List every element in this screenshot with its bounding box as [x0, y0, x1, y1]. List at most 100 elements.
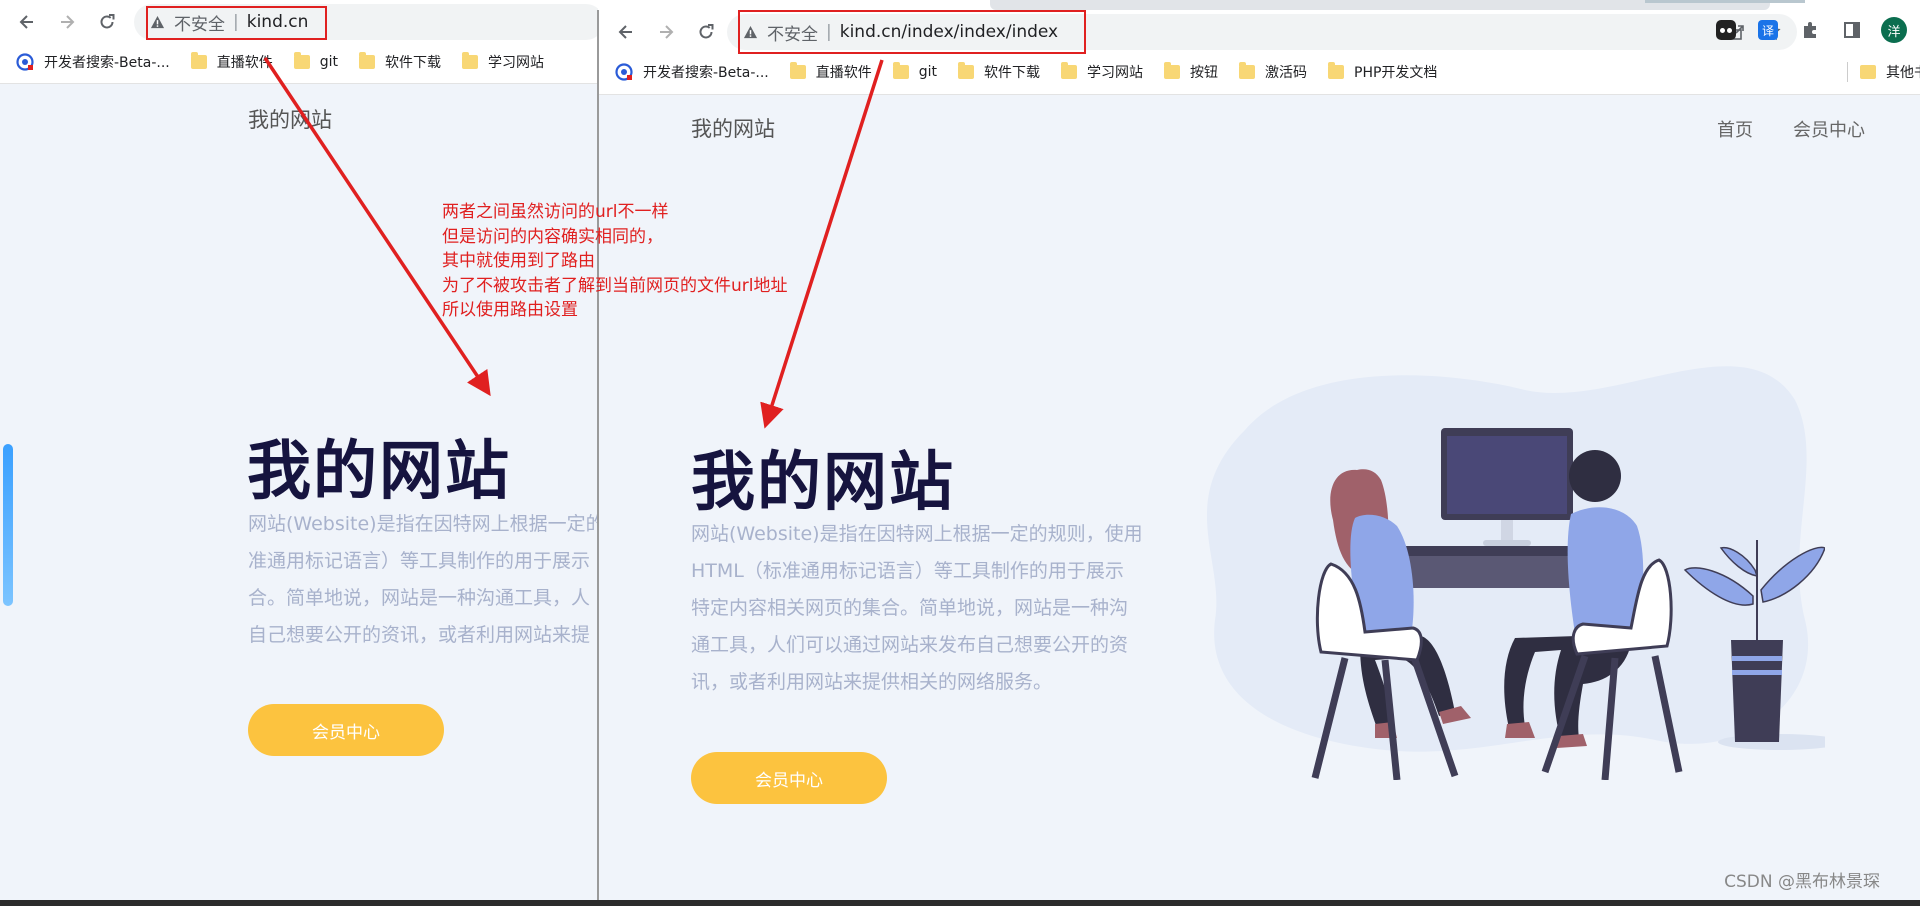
reload-icon [699, 24, 714, 39]
forward-button[interactable] [54, 9, 80, 35]
back-button[interactable] [613, 19, 639, 45]
folder-icon [892, 62, 909, 79]
folder-icon [1860, 65, 1876, 79]
bookmark-dev-search[interactable]: 开发者搜索-Beta-... [16, 52, 170, 72]
bookmark-folder[interactable]: git [892, 62, 938, 80]
folder-icon [958, 62, 975, 79]
translate-icon: 译 [1758, 20, 1778, 40]
desc-line: HTML（标准通用标记语言）等工具制作的用于展示 [691, 560, 1124, 582]
bookmark-divider [1847, 62, 1848, 82]
bookmark-label: 软件下载 [385, 55, 442, 71]
bookmark-label: PHP开发文档 [1354, 65, 1438, 81]
desc-line: 自己想要公开的资讯，或者利用网站来提 [248, 624, 591, 646]
reload-button[interactable] [94, 9, 120, 35]
bookmark-label: 激活码 [1265, 65, 1308, 81]
url-highlight-box [146, 6, 327, 40]
folder-icon [1239, 62, 1256, 79]
browser-chrome: 不安全 | kind.cn/index/index/index 译 洋 开发者搜… [599, 10, 1920, 95]
left-browser-window: 不安全 | kind.cn 开发者搜索-Beta-... 直播软件 git 软件… [0, 0, 598, 900]
forward-arrow-icon [660, 25, 674, 39]
extensions-button[interactable] [1796, 16, 1824, 44]
annotation-line: 所以使用路由设置 [442, 300, 578, 320]
monitor-screen [1447, 436, 1567, 514]
puzzle-icon [1804, 22, 1816, 38]
desc-line: 准通用标记语言）等工具制作的用于展示 [248, 550, 591, 572]
url-highlight-box [738, 10, 1086, 54]
browser-chrome: 不安全 | kind.cn 开发者搜索-Beta-... 直播软件 git 软件… [0, 0, 598, 84]
folder-icon [1061, 62, 1078, 79]
extension-icons: 译 洋 [1712, 16, 1908, 44]
reload-button[interactable] [693, 19, 719, 45]
site-logo[interactable]: 我的网站 [248, 104, 332, 134]
desc-line: 特定内容相关网页的集合。简单地说，网站是一种沟 [691, 597, 1129, 619]
reload-icon [100, 14, 115, 29]
bookmark-folder[interactable]: 学习网站 [1061, 62, 1143, 82]
back-arrow-icon [618, 25, 632, 39]
folder-icon [359, 52, 376, 69]
annotation-line: 其中就使用到了路由 [442, 251, 595, 271]
bookmark-label: 直播软件 [815, 65, 872, 81]
side-panel-icon [1844, 22, 1860, 38]
bookmark-folder[interactable]: git [293, 52, 339, 70]
bookmark-folder[interactable]: 直播软件 [789, 62, 872, 82]
bookmark-label: git [319, 54, 339, 70]
monitor-base [1483, 540, 1531, 546]
forward-button[interactable] [653, 19, 679, 45]
bookmark-folder[interactable]: 软件下载 [359, 52, 441, 72]
man-shoe [1557, 734, 1587, 748]
bookmark-label: 按钮 [1190, 65, 1219, 81]
annotation-line: 但是访问的内容确实相同的， [442, 226, 663, 247]
site-logo[interactable]: 我的网站 [691, 113, 775, 143]
folder-icon [789, 62, 806, 79]
hero-illustration [1206, 366, 1825, 780]
member-center-button[interactable]: 会员中心 [691, 752, 887, 804]
plant-pot [1731, 640, 1783, 742]
translate-button[interactable]: 译 [1754, 16, 1782, 44]
annotation-line: 为了不被攻击者了解到当前网页的文件url地址 [442, 275, 788, 296]
side-panel-button[interactable] [1838, 16, 1866, 44]
bookmark-folder[interactable]: 学习网站 [462, 52, 544, 72]
avatar: 洋 [1881, 17, 1907, 43]
member-center-button[interactable]: 会员中心 [248, 704, 444, 756]
nav-home-link[interactable]: 首页 [1717, 116, 1753, 142]
bookmark-folder[interactable]: PHP开发文档 [1328, 62, 1437, 82]
bookmark-dev-search[interactable]: 开发者搜索-Beta-... [615, 62, 769, 82]
bookmark-label: 学习网站 [1087, 65, 1144, 81]
bookmark-folder[interactable]: 激活码 [1239, 62, 1307, 82]
bookmark-label: 软件下载 [984, 65, 1041, 81]
hero-description: 网站(Website)是指在因特网上根据一定的规则，使用 HTML（标准通用标记… [691, 516, 1171, 701]
desc-line: 网站(Website)是指在因特网上根据一定的 [248, 513, 598, 535]
bookmarks-bar: 开发者搜索-Beta-... 直播软件 git 软件下载 学习网站 按钮 激活码… [599, 59, 1920, 85]
site-nav: 首页 会员中心 [1717, 116, 1865, 142]
bookmark-label: git [918, 64, 938, 80]
active-tab-accent [1645, 0, 1805, 3]
desc-line: 合。简单地说，网站是一种沟通工具，人 [248, 587, 591, 609]
dev-search-logo-icon [16, 53, 34, 71]
bookmark-label: 其他书 [1886, 65, 1920, 81]
watermark: CSDN @黑布林景琛 [1724, 872, 1880, 892]
nav-member-link[interactable]: 会员中心 [1793, 116, 1865, 142]
profile-button[interactable]: 洋 [1880, 16, 1908, 44]
bookmark-label: 开发者搜索-Beta-... [44, 55, 170, 71]
bookmark-label: 学习网站 [488, 55, 545, 71]
forward-arrow-icon [61, 15, 75, 29]
monitor-stand [1501, 520, 1513, 542]
folder-icon [1328, 62, 1345, 79]
browser-toolbar: 不安全 | kind.cn/index/index/index 译 洋 [599, 10, 1920, 54]
annotation-note: 两者之间虽然访问的url不一样 但是访问的内容确实相同的， 其中就使用到了路由 … [442, 200, 788, 323]
hero-description: 网站(Website)是指在因特网上根据一定的 准通用标记语言）等工具制作的用于… [248, 506, 598, 654]
bookmark-folder[interactable]: 软件下载 [958, 62, 1040, 82]
desc-line: 网站(Website)是指在因特网上根据一定的规则，使用 [691, 523, 1143, 545]
other-bookmarks[interactable]: 其他书 [1847, 62, 1920, 82]
bookmark-folder[interactable]: 按钮 [1164, 62, 1218, 82]
desc-line: 通工具，人们可以通过网站来发布自己想要公开的资 [691, 634, 1129, 656]
back-button[interactable] [14, 9, 40, 35]
man-head [1569, 450, 1621, 502]
back-arrow-icon [19, 15, 33, 29]
tampermonkey-icon [1716, 20, 1736, 40]
folder-icon [462, 52, 479, 69]
bookmark-folder[interactable]: 直播软件 [190, 52, 273, 72]
scroll-indicator[interactable] [3, 444, 13, 606]
tampermonkey-button[interactable] [1712, 16, 1740, 44]
bookmarks-bar: 开发者搜索-Beta-... 直播软件 git 软件下载 学习网站 [0, 49, 598, 75]
